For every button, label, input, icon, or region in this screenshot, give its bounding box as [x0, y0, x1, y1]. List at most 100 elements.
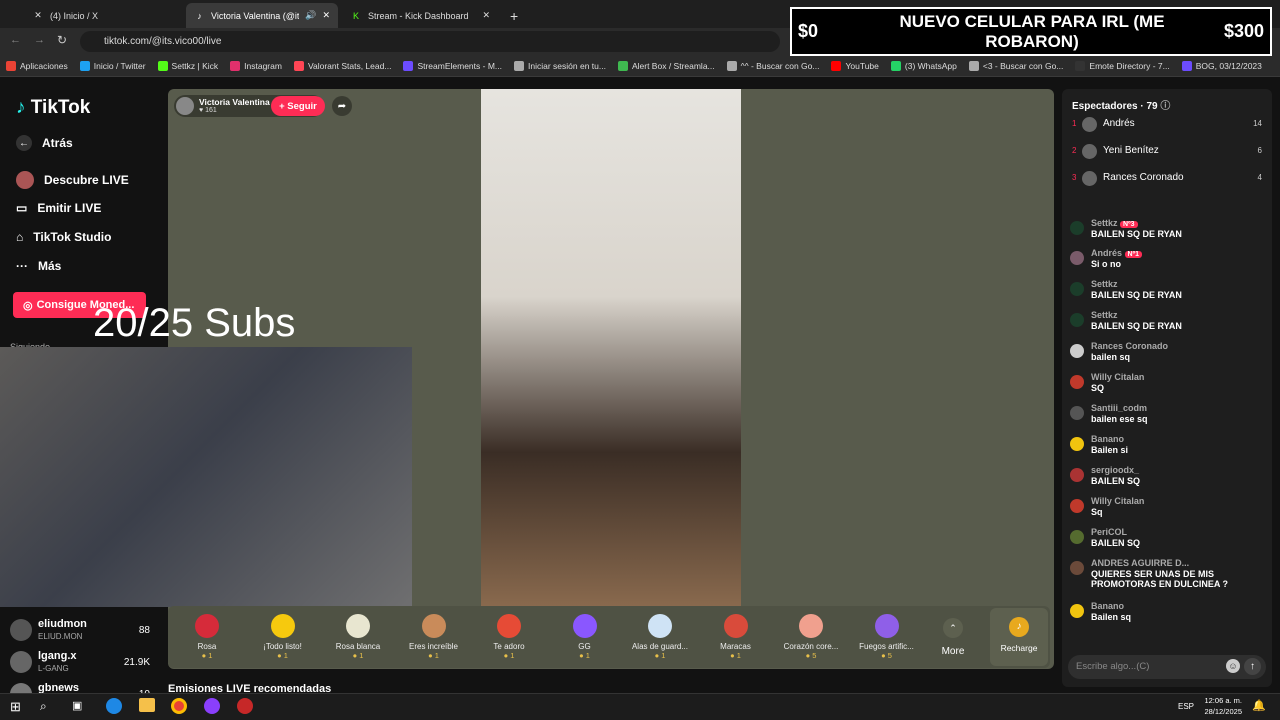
sidebar-item-more[interactable]: ··· Más	[16, 259, 61, 273]
list-item[interactable]: lgang.x L-GANG 21.9K	[8, 647, 158, 679]
sidebar-item-discover[interactable]: Descubre LIVE	[16, 171, 129, 189]
bookmark-item[interactable]: <3 - Buscar con Go...	[968, 60, 1063, 71]
close-tab-icon[interactable]: ✕	[482, 10, 490, 21]
back-button[interactable]: ← Atrás	[16, 135, 73, 151]
notification-icon[interactable]: 🔔	[1252, 699, 1266, 712]
bookmark-item[interactable]: Settkz | Kick	[157, 60, 218, 71]
sidebar-item-studio[interactable]: ⌂ TikTok Studio	[16, 230, 111, 244]
bookmark-favicon-icon	[79, 60, 90, 71]
bookmark-item[interactable]: BOG, 03/12/2023	[1181, 60, 1262, 71]
tab-tiktok[interactable]: ♪Victoria Valentina (@its.vico🔊✕	[186, 3, 338, 28]
gift-price: ● 1	[503, 651, 515, 660]
chat-message[interactable]: Banano Bailen sq	[1070, 601, 1266, 622]
tiktok-logo[interactable]: ♪ TikTok	[16, 97, 90, 119]
gift-item[interactable]: Rosa ● 1	[172, 614, 242, 660]
avatar	[1070, 561, 1084, 575]
streamer-name[interactable]: Victoria Valentina	[199, 97, 270, 107]
bookmark-item[interactable]: YouTube	[831, 60, 879, 71]
obs-icon[interactable]	[204, 698, 220, 714]
chat-message[interactable]: Settkz BAILEN SQ DE RYAN	[1070, 310, 1266, 331]
bookmark-favicon-icon	[726, 60, 737, 71]
gift-bar: ⌃ More ♪ Recharge Rosa ● 1 ¡Todo listo! ● 1 Ro…	[168, 606, 1050, 668]
chat-message[interactable]: Settkz Nº3 BAILEN SQ DE RYAN	[1070, 218, 1266, 239]
bookmark-item[interactable]: Valorant Stats, Lead...	[293, 60, 391, 71]
close-tab-icon[interactable]: ✕	[322, 10, 330, 21]
bookmark-favicon-icon	[6, 60, 16, 71]
reload-icon[interactable]: ↻	[57, 33, 67, 47]
back-icon[interactable]: ←	[10, 34, 21, 46]
bookmark-favicon-icon	[230, 60, 241, 71]
follow-button[interactable]: + Seguir	[271, 96, 325, 116]
bookmark-item[interactable]: Alert Box / Streamla...	[617, 60, 715, 71]
bookmark-item[interactable]: StreamElements - M...	[403, 60, 502, 71]
recharge-button[interactable]: ♪ Recharge	[990, 608, 1048, 666]
clock-time[interactable]: 12:06 a. m.	[1200, 696, 1242, 705]
chat-message[interactable]: sergioodx_ BAILEN SQ	[1070, 465, 1266, 486]
bookmark-item[interactable]: Aplicaciones	[6, 60, 68, 71]
folder-icon[interactable]	[139, 698, 155, 712]
gift-price: ● 1	[201, 651, 213, 660]
chat-message[interactable]: Willy Citalan SQ	[1070, 372, 1266, 393]
avatar	[1082, 144, 1097, 159]
chat-message[interactable]: PeriCOL BAILEN SQ	[1070, 527, 1266, 548]
bookmark-item[interactable]: (3) WhatsApp	[890, 60, 957, 71]
bookmark-item[interactable]: Instagram	[230, 60, 282, 71]
bookmark-favicon-icon	[157, 60, 168, 71]
send-icon[interactable]: ↑	[1244, 658, 1261, 675]
avatar	[1070, 375, 1084, 389]
gift-item[interactable]: Fuegos artific... ● 5	[852, 614, 922, 660]
gift-item[interactable]: Alas de guard... ● 1	[625, 614, 695, 660]
avatar	[1070, 468, 1084, 482]
gift-item[interactable]: Corazón core... ● 5	[776, 614, 846, 660]
chat-message[interactable]: Rances Coronado bailen sq	[1070, 341, 1266, 362]
top-viewer-row[interactable]: 2 Yeni Benítez 6	[1072, 144, 1262, 171]
rank-badge: Nº3	[1120, 221, 1138, 228]
more-gifts-button[interactable]: ⌃ More	[938, 618, 968, 657]
clock-date[interactable]: 28/12/2025	[1200, 707, 1242, 716]
bookmark-item[interactable]: Inicio / Twitter	[79, 60, 146, 71]
gift-item[interactable]: Eres increíble ● 1	[399, 614, 469, 660]
home-icon: ⌂	[16, 230, 24, 244]
url-field[interactable]: tiktok.com/@its.vico00/live	[80, 31, 780, 52]
forward-icon[interactable]: →	[34, 34, 45, 46]
emoji-icon[interactable]: ☺	[1226, 659, 1240, 673]
subs-counter-overlay: 20/25 Subs	[93, 301, 296, 345]
avatar	[10, 619, 32, 641]
top-viewer-row[interactable]: 3 Rances Coronado 4	[1072, 171, 1262, 198]
chat-message[interactable]: ANDRES AGUIRRE D... QUIERES SER UNAS DE M…	[1070, 558, 1266, 589]
gift-item[interactable]: GG ● 1	[550, 614, 620, 660]
tab-kick[interactable]: K Stream - Kick Dashboard ✕	[342, 3, 498, 28]
gift-price: ● 5	[881, 651, 892, 660]
bookmark-item[interactable]: ^^ - Buscar con Go...	[726, 60, 819, 71]
chat-message[interactable]: Settkz BAILEN SQ DE RYAN	[1070, 279, 1266, 300]
edge-icon[interactable]	[106, 698, 122, 714]
chat-message[interactable]: Andrés Nº1 Si o no	[1070, 248, 1266, 269]
gift-item[interactable]: ¡Todo listo! ● 1	[248, 614, 318, 660]
gift-item[interactable]: Te adoro ● 1	[474, 614, 544, 660]
search-icon[interactable]: ⌕	[40, 699, 47, 714]
language-indicator[interactable]: ESP	[1178, 702, 1194, 711]
bookmark-item[interactable]: Emote Directory - 7...	[1075, 60, 1170, 71]
chat-message[interactable]: Willy Citalan Sq	[1070, 496, 1266, 517]
speaker-icon[interactable]: 🔊	[305, 10, 316, 21]
gift-price: ● 5	[805, 651, 817, 660]
sidebar-item-emit[interactable]: ▭ Emitir LIVE	[16, 201, 101, 215]
app-icon[interactable]	[237, 698, 253, 714]
windows-start-icon[interactable]: ⊞	[10, 699, 21, 715]
avatar[interactable]	[176, 97, 194, 115]
gift-item[interactable]: Rosa blanca ● 1	[323, 614, 393, 660]
bookmark-favicon-icon	[1075, 60, 1086, 71]
share-icon[interactable]: ➦	[332, 96, 352, 116]
chat-message[interactable]: Santiii_codm bailen ese sq	[1070, 403, 1266, 424]
chat-input[interactable]: Escribe algo...(C) ☺ ↑	[1068, 655, 1266, 679]
list-item[interactable]: eliudmon ELIUD.MON 88	[8, 615, 158, 647]
task-view-icon[interactable]: ▣	[72, 699, 82, 712]
viewers-header[interactable]: Espectadores · 79 ⓘ	[1072, 97, 1170, 112]
bookmark-item[interactable]: Iniciar sesión en tu...	[514, 60, 606, 71]
new-tab-button[interactable]: +	[502, 3, 526, 28]
chrome-icon[interactable]	[171, 698, 187, 714]
chat-message[interactable]: Banano Bailen si	[1070, 434, 1266, 455]
tab-x[interactable]: ✕ (4) Inicio / X	[24, 3, 182, 28]
gift-item[interactable]: Maracas ● 1	[701, 614, 771, 660]
top-viewer-row[interactable]: 1 Andrés 14	[1072, 117, 1262, 144]
